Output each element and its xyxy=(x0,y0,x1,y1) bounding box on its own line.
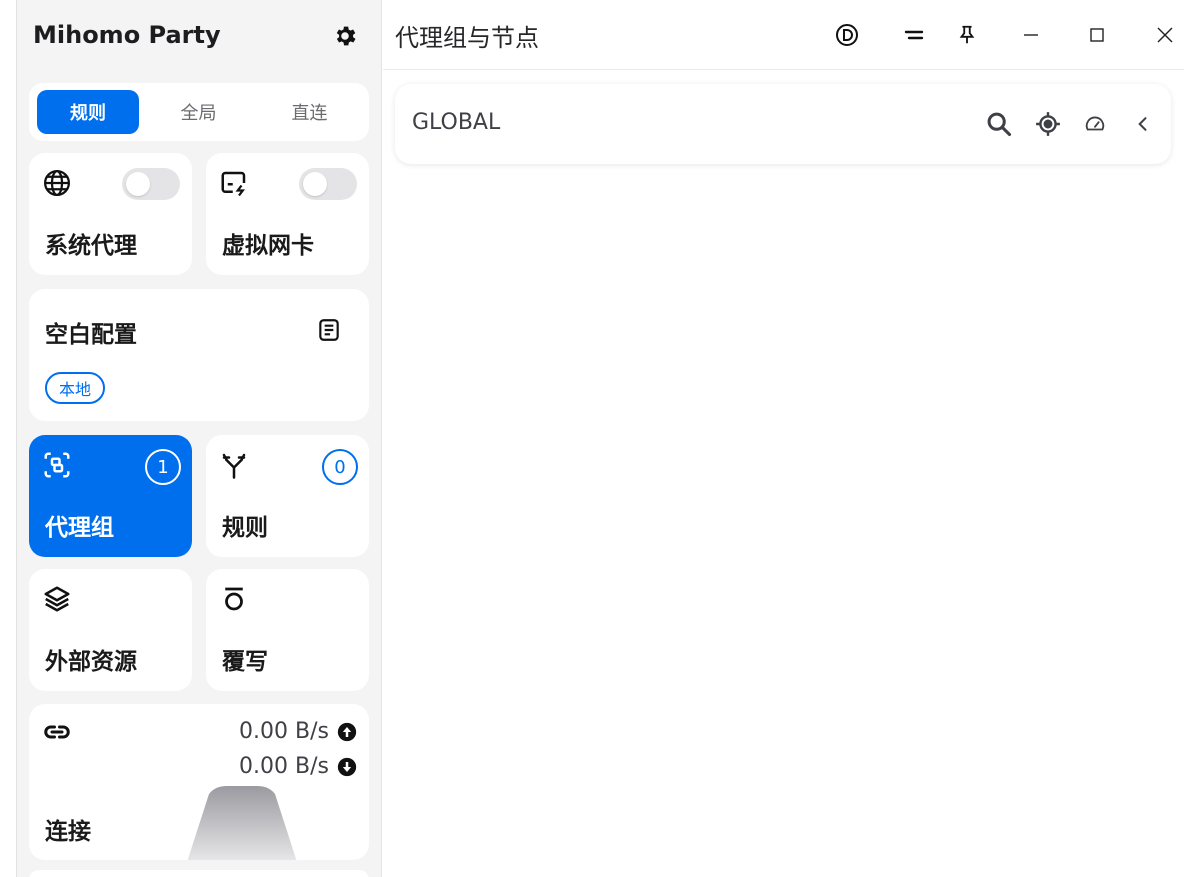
download-speed: 0.00 B/s xyxy=(239,754,357,779)
layers-icon xyxy=(42,584,72,614)
rules-label: 规则 xyxy=(222,515,268,541)
connections-label: 连接 xyxy=(45,819,91,845)
download-speed-value: 0.00 B/s xyxy=(239,754,329,779)
override-icon xyxy=(219,584,249,614)
virtual-nic-card[interactable]: 虚拟网卡 xyxy=(206,153,369,275)
proxy-groups-label: 代理组 xyxy=(45,515,114,541)
crosshair-icon xyxy=(1036,112,1060,136)
upload-speed: 0.00 B/s xyxy=(239,719,357,744)
proxy-group-icon xyxy=(42,450,72,480)
file-text-icon[interactable] xyxy=(314,315,344,345)
fork-icon xyxy=(219,450,249,480)
collapse-button[interactable] xyxy=(1128,109,1158,139)
globe-icon xyxy=(42,168,72,198)
maximize-button[interactable] xyxy=(1082,20,1112,50)
upload-speed-value: 0.00 B/s xyxy=(239,719,329,744)
app-window: Mihomo Party 规则 全局 直连 系统代理 虚拟网卡 空白配置 本地 … xyxy=(16,0,1184,877)
mode-indicator-button[interactable] xyxy=(832,20,862,50)
proxy-groups-card[interactable]: 1 代理组 xyxy=(29,435,192,557)
close-icon xyxy=(1157,27,1173,43)
profile-card[interactable]: 空白配置 本地 xyxy=(29,289,369,421)
search-button[interactable] xyxy=(984,109,1014,139)
tab-direct-mode[interactable]: 直连 xyxy=(258,90,361,134)
system-proxy-label: 系统代理 xyxy=(45,233,137,259)
profile-source-tag: 本地 xyxy=(45,372,106,404)
link-icon xyxy=(42,717,72,747)
tab-global-mode[interactable]: 全局 xyxy=(147,90,250,134)
proxy-groups-count: 1 xyxy=(145,449,181,485)
virtual-nic-toggle[interactable] xyxy=(299,168,357,200)
close-button[interactable] xyxy=(1150,20,1180,50)
main-panel: 代理组与节点 GLOBAL xyxy=(383,0,1184,877)
speedometer-icon xyxy=(1085,116,1105,131)
override-label: 覆写 xyxy=(222,649,268,675)
maximize-icon xyxy=(1090,28,1104,42)
search-icon xyxy=(987,112,1012,137)
pin-button[interactable] xyxy=(952,20,982,50)
arrow-up-circle-icon xyxy=(337,722,357,741)
locate-button[interactable] xyxy=(1033,109,1063,139)
tun-icon xyxy=(219,168,249,198)
mode-tabs: 规则 全局 直连 xyxy=(29,83,369,141)
pin-icon xyxy=(959,25,975,44)
virtual-nic-label: 虚拟网卡 xyxy=(222,233,314,259)
connections-card[interactable]: 0.00 B/s 0.00 B/s 连接 xyxy=(29,704,369,860)
tab-rule-mode[interactable]: 规则 xyxy=(37,90,139,134)
settings-button[interactable] xyxy=(330,21,360,51)
next-card-edge xyxy=(29,870,369,877)
system-proxy-card[interactable]: 系统代理 xyxy=(29,153,192,275)
menu-button[interactable] xyxy=(899,20,929,50)
rules-count: 0 xyxy=(322,449,358,485)
title-bar: 代理组与节点 xyxy=(383,0,1184,70)
app-name: Mihomo Party xyxy=(33,21,221,49)
chevron-left-icon xyxy=(1138,117,1147,131)
arrow-down-circle-icon xyxy=(337,757,357,776)
traffic-sparkline xyxy=(187,786,297,860)
sidebar: Mihomo Party 规则 全局 直连 系统代理 虚拟网卡 空白配置 本地 … xyxy=(17,0,382,877)
resources-label: 外部资源 xyxy=(45,649,137,675)
rules-card[interactable]: 0 规则 xyxy=(206,435,369,557)
proxy-group-name: GLOBAL xyxy=(412,110,501,135)
proxy-group-card[interactable]: GLOBAL xyxy=(395,84,1171,164)
app-logo: Mihomo Party xyxy=(33,18,221,52)
minimize-button[interactable] xyxy=(1016,20,1046,50)
resources-card[interactable]: 外部资源 xyxy=(29,569,192,691)
gear-icon xyxy=(336,26,356,46)
circle-d-icon xyxy=(836,24,858,46)
page-title: 代理组与节点 xyxy=(395,24,539,52)
minimize-icon xyxy=(1024,34,1038,36)
latency-test-button[interactable] xyxy=(1080,109,1110,139)
system-proxy-toggle[interactable] xyxy=(122,168,180,200)
override-card[interactable]: 覆写 xyxy=(206,569,369,691)
profile-name: 空白配置 xyxy=(45,322,137,348)
menu-icon xyxy=(904,30,924,40)
